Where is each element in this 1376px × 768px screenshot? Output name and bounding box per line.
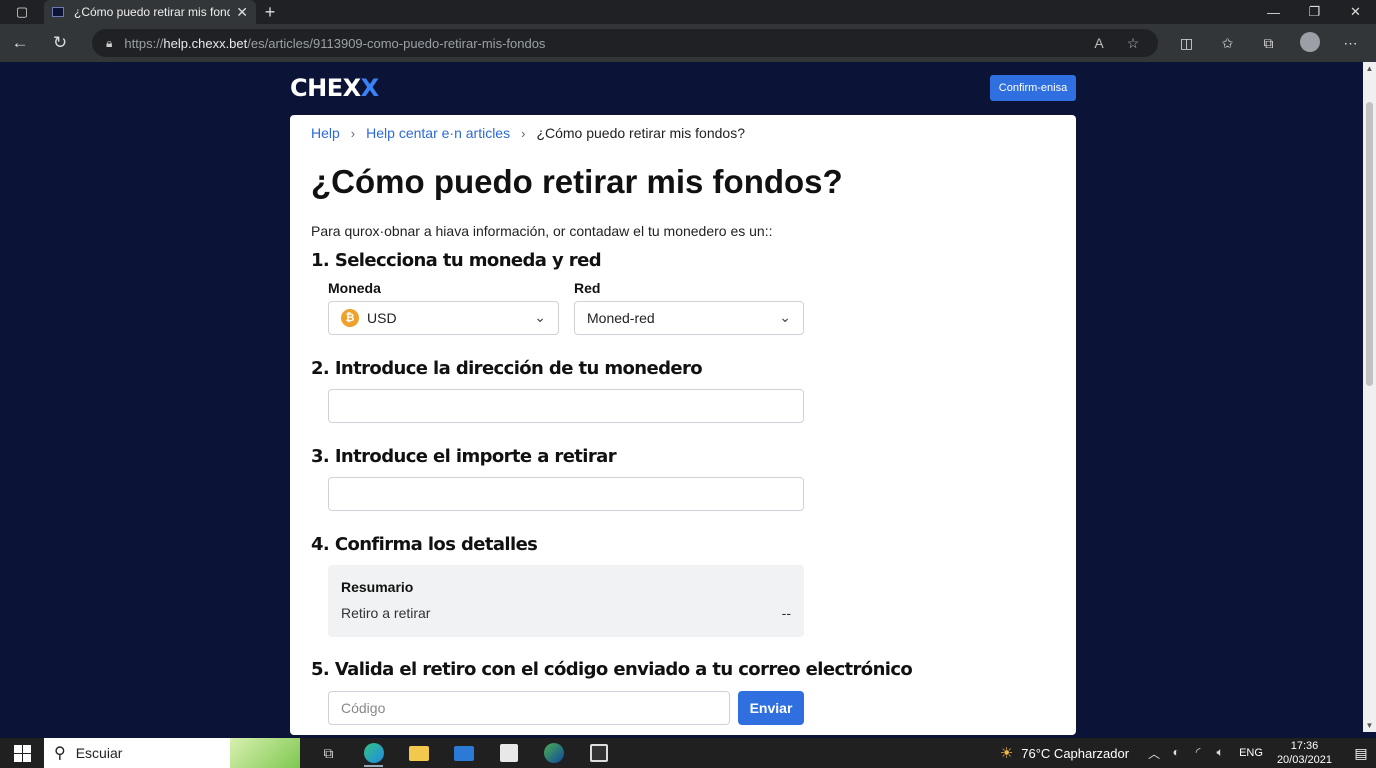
scroll-down-icon[interactable]: ▼: [1363, 721, 1376, 730]
profile-icon[interactable]: [1289, 31, 1330, 55]
store-icon[interactable]: [486, 738, 531, 768]
browser-tab-bar: ▢ ¿Cómo puedo retirar mis fond ✕ + — ❐ ✕: [0, 0, 1376, 24]
site-favicon-icon: [52, 7, 64, 17]
file-explorer-icon[interactable]: [396, 738, 441, 768]
moneda-value: USD: [367, 310, 397, 326]
step4-heading: 4. Confirma los detalles: [311, 534, 538, 555]
search-text: Escuiar: [75, 745, 123, 761]
restore-icon[interactable]: ❐: [1294, 0, 1335, 24]
tab-title: ¿Cómo puedo retirar mis fond: [74, 5, 231, 19]
step1-heading: 1. Selecciona tu moneda y red: [311, 250, 602, 271]
breadcrumb-current: ¿Cómo puedo retirar mis fondos?: [536, 125, 745, 141]
volume-icon[interactable]: 🔈︎: [1209, 745, 1231, 762]
app-icon[interactable]: [576, 738, 621, 768]
browser-tools: ◫ ✩ ⧉ ⋯: [1166, 24, 1371, 62]
task-view-icon[interactable]: ⧉: [306, 738, 351, 768]
favorites-icon[interactable]: ✩: [1207, 35, 1248, 52]
red-value: Moned-red: [587, 310, 655, 326]
edge-icon[interactable]: [351, 738, 396, 768]
moneda-label: Moneda: [328, 280, 381, 296]
search-highlight-image: [230, 738, 300, 768]
weather-text: 76°C Capharzador: [1021, 745, 1130, 761]
edge-beta-icon[interactable]: [531, 738, 576, 768]
network-icon[interactable]: ◐: [1165, 745, 1187, 762]
window-controls: — ❐ ✕: [1253, 0, 1376, 24]
mail-icon[interactable]: [441, 738, 486, 768]
step5-heading: 5. Valida el retiro con el código enviad…: [311, 659, 913, 680]
new-tab-icon[interactable]: +: [260, 0, 280, 24]
scroll-up-icon[interactable]: ▲: [1363, 64, 1376, 73]
weather-icon: ☀: [999, 745, 1014, 762]
tab-actions-icon[interactable]: ▢: [0, 0, 44, 24]
url-text: https://help.chexx.bet/es/articles/91139…: [124, 35, 546, 51]
clock-time: 17:36: [1290, 740, 1319, 752]
article-card: Help › Help centar e·n articles › ¿Cómo …: [290, 115, 1076, 735]
close-tab-icon[interactable]: ✕: [236, 4, 248, 21]
read-aloud-icon[interactable]: A: [1082, 35, 1116, 51]
browser-tab-active[interactable]: ¿Cómo puedo retirar mis fond ✕: [44, 0, 256, 24]
collections-icon[interactable]: ⧉: [1248, 35, 1289, 52]
summary-title: Resumario: [341, 579, 414, 595]
step3-heading: 3. Introduce el importe a retirar: [311, 446, 617, 467]
wallet-address-input[interactable]: [328, 389, 804, 423]
amount-input[interactable]: [328, 477, 804, 511]
split-screen-icon[interactable]: ◫: [1166, 35, 1207, 52]
chevron-up-icon[interactable]: ︿: [1143, 745, 1165, 762]
summary-label: Retiro a retirar: [341, 605, 431, 621]
breadcrumb: Help › Help centar e·n articles › ¿Cómo …: [311, 125, 745, 141]
intro-text: Para qurox·obnar a hiava información, or…: [311, 223, 773, 239]
start-button[interactable]: [0, 738, 44, 768]
chevron-right-icon: ›: [350, 125, 356, 141]
red-select[interactable]: Moned-red ⌄: [574, 301, 804, 335]
wifi-icon[interactable]: ◜: [1187, 745, 1209, 762]
step2-heading: 2. Introduce la dirección de tu monedero: [311, 358, 703, 379]
lock-icon: 🔒︎: [106, 35, 113, 50]
scrollbar-thumb[interactable]: [1366, 102, 1373, 386]
language-indicator[interactable]: ENG: [1239, 747, 1263, 759]
summary-value: --: [781, 605, 791, 621]
search-icon: ⚲: [54, 745, 66, 762]
clock-date: 20/03/2021: [1276, 754, 1332, 766]
breadcrumb-help-link[interactable]: Help: [311, 125, 340, 141]
taskbar-apps: ⧉: [306, 738, 621, 768]
page-title: ¿Cómo puedo retirar mis fondos?: [311, 163, 843, 200]
refresh-icon[interactable]: ↻: [40, 24, 80, 62]
favorite-star-icon[interactable]: ☆: [1116, 35, 1150, 52]
chevron-down-icon: ⌄: [534, 309, 546, 325]
chexx-logo[interactable]: CHEXX: [290, 74, 379, 102]
weather-widget[interactable]: ☀ 76°C Capharzador: [1000, 744, 1129, 762]
page-scrollbar[interactable]: ▲ ▼: [1363, 62, 1376, 732]
moneda-select[interactable]: ₿ USD ⌄: [328, 301, 559, 335]
address-bar[interactable]: 🔒︎ https://help.chexx.bet/es/articles/91…: [92, 29, 1158, 57]
summary-box: Resumario Retiro a retirar --: [328, 565, 804, 637]
notification-icon[interactable]: ▤: [1346, 745, 1376, 762]
red-label: Red: [574, 280, 601, 296]
system-tray: ☀ 76°C Capharzador ︿ ◐ ◜ 🔈︎ ENG 17:36 20…: [1000, 738, 1376, 768]
back-icon[interactable]: ←: [0, 24, 40, 62]
minimize-icon[interactable]: —: [1253, 0, 1294, 24]
chevron-right-icon: ›: [521, 125, 526, 141]
more-menu-icon[interactable]: ⋯: [1330, 35, 1371, 52]
browser-toolbar: ← ↻ 🔒︎ https://help.chexx.bet/es/article…: [0, 24, 1376, 62]
taskbar-search[interactable]: ⚲ Escuiar: [44, 738, 300, 768]
code-input[interactable]: [328, 691, 730, 725]
windows-taskbar: ⚲ Escuiar ⧉ ☀ 76°C Capharzador ︿ ◐ ◜ 🔈︎ …: [0, 738, 1376, 768]
windows-logo-icon: [13, 744, 31, 762]
breadcrumb-section-link[interactable]: Help centar e·n articles: [366, 125, 510, 141]
clock[interactable]: 17:36 20/03/2021: [1277, 739, 1332, 767]
bitcoin-icon: ₿: [341, 309, 359, 327]
send-button[interactable]: Enviar: [738, 691, 804, 725]
confirm-button[interactable]: Confirm-enisa: [990, 75, 1076, 101]
chevron-down-icon: ⌄: [779, 309, 791, 325]
close-window-icon[interactable]: ✕: [1335, 0, 1376, 24]
